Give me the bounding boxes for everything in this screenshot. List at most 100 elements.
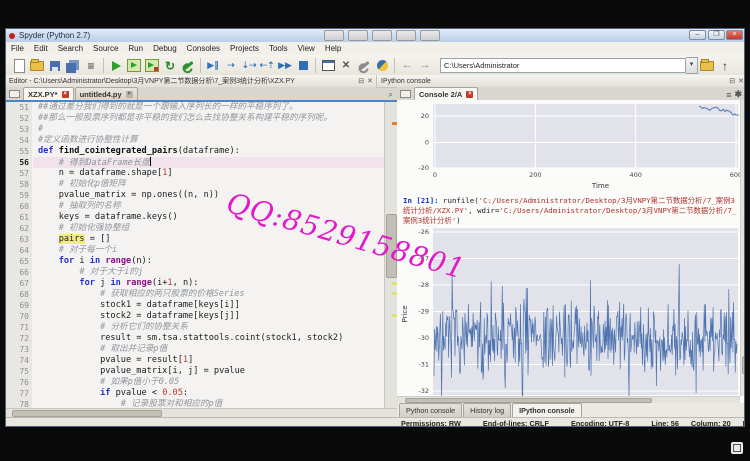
browse-directory-icon[interactable] <box>699 58 715 74</box>
line-number[interactable]: 75 <box>6 366 32 377</box>
menu-run[interactable]: Run <box>123 43 148 55</box>
recorder-overlay-button-1[interactable] <box>324 30 344 41</box>
line-number[interactable]: 71 <box>6 322 32 333</box>
line-number[interactable]: 65 <box>6 256 32 267</box>
forward-icon[interactable]: → <box>417 58 433 74</box>
debug-stop-icon[interactable] <box>295 58 311 74</box>
console-horizontal-scrollbar[interactable] <box>397 396 740 403</box>
save-icon[interactable] <box>47 58 63 74</box>
close-icon[interactable]: ✕ <box>367 77 373 85</box>
line-number[interactable]: 69 <box>6 300 32 311</box>
line-number[interactable]: 72 <box>6 333 32 344</box>
run-cell-advance-icon[interactable] <box>144 58 160 74</box>
line-number[interactable]: 55 <box>6 146 32 157</box>
menu-debug[interactable]: Debug <box>148 43 182 55</box>
run-icon[interactable] <box>108 58 124 74</box>
line-number[interactable]: 63 <box>6 234 32 245</box>
editor-vertical-scrollbar[interactable] <box>384 102 398 408</box>
rerun-icon[interactable]: ↻ <box>162 58 178 74</box>
parent-directory-icon[interactable]: ↑ <box>717 58 733 74</box>
back-icon[interactable]: ← <box>399 58 415 74</box>
menu-edit[interactable]: Edit <box>29 43 53 55</box>
undock-icon[interactable]: ⊟ <box>729 77 735 85</box>
save-all-icon[interactable] <box>65 58 81 74</box>
preferences-icon[interactable] <box>356 58 372 74</box>
line-number[interactable]: 78 <box>6 399 32 408</box>
line-number[interactable]: 67 <box>6 278 32 289</box>
line-number[interactable]: 57 <box>6 168 32 179</box>
dock-tab-history-log[interactable]: History log <box>463 403 511 417</box>
recorder-overlay-button-4[interactable] <box>396 30 416 41</box>
run-cell-icon[interactable] <box>126 58 142 74</box>
line-number[interactable]: 61 <box>6 212 32 223</box>
chevron-down-icon[interactable]: ▾ <box>686 57 698 74</box>
step-over-icon[interactable]: ⇢ <box>223 58 239 74</box>
close-icon[interactable]: ✕ <box>738 77 744 85</box>
options-menu-icon[interactable]: ≡ <box>726 90 731 100</box>
code-editor[interactable]: 51##通过差分我们得到的就是一个跟输入序列长的一样的平稳序列了。52##那么一… <box>6 102 384 408</box>
line-number[interactable]: 70 <box>6 311 32 322</box>
close-icon[interactable]: × <box>466 91 473 98</box>
dock-tab-ipython-console[interactable]: IPython console <box>512 403 582 417</box>
line-number[interactable]: 62 <box>6 223 32 234</box>
line-number[interactable]: 76 <box>6 377 32 388</box>
new-console-tab-icon[interactable] <box>399 88 412 99</box>
line-number[interactable]: 73 <box>6 344 32 355</box>
maximize-pane-icon[interactable] <box>320 58 336 74</box>
outline-explorer-icon[interactable]: ≡ <box>83 58 99 74</box>
line-number[interactable]: 74 <box>6 355 32 366</box>
new-file-icon[interactable] <box>11 58 27 74</box>
open-file-icon[interactable] <box>29 58 45 74</box>
line-number[interactable]: 77 <box>6 388 32 399</box>
new-file-tab-icon[interactable] <box>8 88 21 99</box>
line-number[interactable]: 52 <box>6 113 32 124</box>
minimize-button[interactable]: – <box>689 30 706 40</box>
menu-consoles[interactable]: Consoles <box>182 43 225 55</box>
recorder-overlay-button-5[interactable] <box>420 30 440 41</box>
debug-continue-icon[interactable]: ▶▶ <box>277 58 293 74</box>
console-vertical-scrollbar[interactable] <box>740 100 745 396</box>
recorder-overlay-button-2[interactable] <box>348 30 368 41</box>
code-text: # 获取相应的两只股票的价格Series <box>38 289 382 300</box>
editor-tab-xzx-py-[interactable]: XZX.PY*× <box>23 87 74 100</box>
line-number[interactable]: 59 <box>6 190 32 201</box>
magnifier-icon[interactable]: ⌕ <box>389 90 393 100</box>
python-env-icon[interactable] <box>374 58 390 74</box>
maximize-button[interactable]: ❐ <box>708 30 725 40</box>
title-bar[interactable]: Spyder (Python 2.7) – ❐ × <box>6 29 745 42</box>
console-tab[interactable]: Console 2/A × <box>414 87 478 100</box>
menu-view[interactable]: View <box>293 43 320 55</box>
menu-source[interactable]: Source <box>88 43 123 55</box>
close-icon[interactable]: × <box>62 91 69 98</box>
line-number[interactable]: 51 <box>6 102 32 113</box>
line-number[interactable]: 54 <box>6 135 32 146</box>
line-number[interactable]: 64 <box>6 245 32 256</box>
gear-icon[interactable]: ✱ <box>734 89 742 100</box>
line-number[interactable]: 60 <box>6 201 32 212</box>
close-button[interactable]: × <box>726 30 743 40</box>
line-number[interactable]: 68 <box>6 289 32 300</box>
editor-tab-untitled4-py[interactable]: untitled4.py× <box>75 87 138 100</box>
line-number[interactable]: 53 <box>6 124 32 135</box>
recorder-overlay-button-3[interactable] <box>372 30 392 41</box>
menu-tools[interactable]: Tools <box>264 43 293 55</box>
step-return-icon[interactable]: ⇠⇡ <box>259 58 275 74</box>
menu-file[interactable]: File <box>6 43 29 55</box>
undock-icon[interactable]: ⊟ <box>358 77 364 85</box>
dock-tab-python-console[interactable]: Python console <box>399 403 462 417</box>
figure-time-plot: 200-200200400600Time <box>399 102 743 194</box>
working-directory-input[interactable] <box>440 58 686 73</box>
ipython-console[interactable]: 200-200200400600Time In [21]: runfile('C… <box>397 100 745 403</box>
menu-projects[interactable]: Projects <box>225 43 264 55</box>
line-number[interactable]: 58 <box>6 179 32 190</box>
run-config-icon[interactable] <box>180 58 196 74</box>
line-number[interactable]: 56 <box>6 157 32 168</box>
close-icon[interactable]: × <box>126 91 133 98</box>
menu-search[interactable]: Search <box>53 43 88 55</box>
debug-icon[interactable]: ▶‖ <box>205 58 221 74</box>
fullscreen-icon[interactable]: ✕ <box>338 58 354 74</box>
step-into-icon[interactable]: ⇣⇢ <box>241 58 257 74</box>
player-overlay-icon[interactable] <box>731 442 743 454</box>
line-number[interactable]: 66 <box>6 267 32 278</box>
menu-help[interactable]: Help <box>320 43 346 55</box>
